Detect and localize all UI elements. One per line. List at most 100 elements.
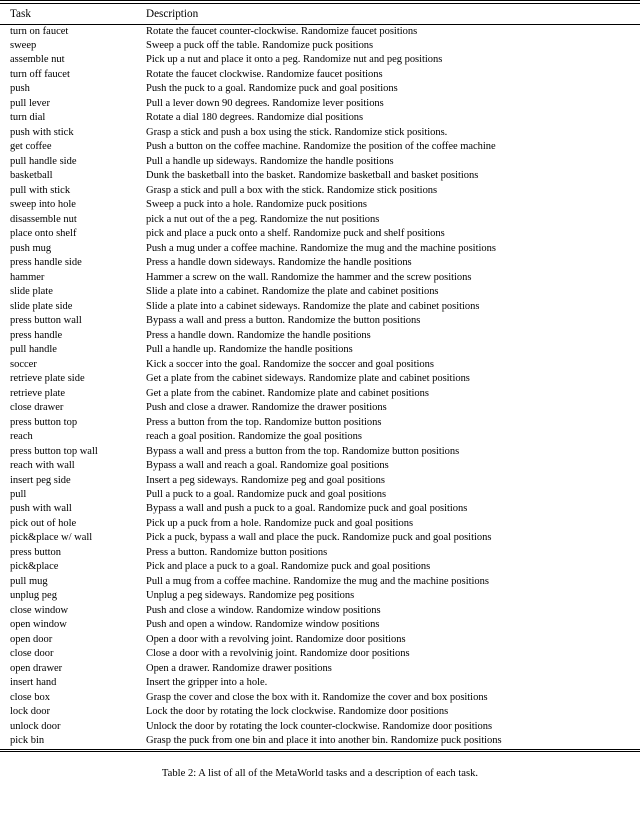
table-row: push mug Push a mug under a coffee machin… — [0, 242, 640, 256]
cell-description: Bypass a wall and press a button from th… — [146, 445, 460, 457]
cell-task: press button top — [10, 416, 78, 428]
table-row: open drawer Open a drawer. Randomize draw… — [0, 662, 640, 676]
table-row: close door Close a door with a revolvinig… — [0, 647, 640, 661]
cell-task: press button — [10, 546, 62, 558]
cell-description: Pick up a puck from a hole. Randomize pu… — [146, 517, 414, 529]
cell-description: Grasp a stick and push a box using the s… — [146, 126, 448, 138]
cell-description: Get a plate from the cabinet. Randomize … — [146, 387, 429, 399]
table-row: retrieve plate Get a plate from the cabin… — [0, 387, 640, 401]
table-bottom-rule — [0, 748, 640, 753]
cell-description: Grasp the puck from one bin and place it… — [146, 735, 502, 747]
cell-description: Open a drawer. Randomize drawer position… — [146, 662, 332, 674]
cell-task: pick&place w/ wall — [10, 532, 93, 544]
cell-description: Rotate the faucet counter-clockwise. Ran… — [146, 25, 418, 37]
cell-task: press handle — [10, 329, 63, 341]
table-row: sweep Sweep a puck off the table. Randomi… — [0, 39, 640, 53]
cell-task: close window — [10, 604, 69, 616]
cell-task: slide plate side — [10, 300, 73, 312]
table-row: press handle Press a handle down. Randomi… — [0, 329, 640, 343]
table-row: unplug peg Unplug a peg sideways. Randomi… — [0, 589, 640, 603]
table-row: sweep into hole Sweep a puck into a hole.… — [0, 198, 640, 212]
cell-description: Pick up a nut and place it onto a peg. R… — [146, 54, 443, 66]
cell-description: Sweep a puck into a hole. Randomize puck… — [146, 199, 367, 211]
table-row: open window Push and open a window. Rando… — [0, 618, 640, 632]
cell-description: Push and close a window. Randomize windo… — [146, 604, 381, 616]
cell-description: pick and place a puck onto a shelf. Rand… — [146, 228, 445, 240]
cell-description: Pick a puck, bypass a wall and place the… — [146, 532, 492, 544]
cell-task: open drawer — [10, 662, 63, 674]
table-row: close drawer Push and close a drawer. Ran… — [0, 401, 640, 415]
cell-task: sweep — [10, 39, 37, 51]
cell-task: pull handle side — [10, 155, 77, 167]
cell-task: close door — [10, 648, 54, 660]
table-row: basketball Dunk the basketball into the b… — [0, 169, 640, 183]
table-row: close window Push and close a window. Ran… — [0, 604, 640, 618]
cell-description: Pull a mug from a coffee machine. Random… — [146, 575, 489, 587]
cell-description: Push the puck to a goal. Randomize puck … — [146, 83, 398, 95]
cell-task: hammer — [10, 271, 45, 283]
table-row: turn off faucet Rotate the faucet clockwi… — [0, 68, 640, 82]
cell-task: pull — [10, 489, 27, 500]
table-row: close box Grasp the cover and close the b… — [0, 691, 640, 705]
cell-task: turn off faucet — [10, 68, 70, 80]
cell-task: unlock door — [10, 720, 61, 732]
cell-task: place onto shelf — [10, 228, 77, 240]
table-row: reach with wall Bypass a wall and reach a… — [0, 459, 640, 473]
cell-description: Push and close a drawer. Randomize the d… — [146, 402, 387, 414]
cell-task: push with stick — [10, 126, 74, 138]
cell-task: get coffee — [10, 141, 52, 153]
cell-task: retrieve plate — [10, 387, 66, 399]
cell-task: slide plate — [10, 286, 53, 298]
cell-description: Push a mug under a coffee machine. Rando… — [146, 242, 496, 254]
cell-task: unplug peg — [10, 590, 57, 602]
table-row: press button Press a button. Randomize bu… — [0, 546, 640, 560]
cell-description: Pull a handle up. Randomize the handle p… — [146, 344, 353, 356]
cell-description: Lock the door by rotating the lock clock… — [146, 706, 449, 718]
cell-description: Slide a plate into a cabinet sideways. R… — [146, 300, 480, 312]
cell-task: pull lever — [10, 97, 50, 109]
table-row: pull with stick Grasp a stick and pull a … — [0, 184, 640, 198]
cell-task: basketball — [10, 170, 53, 182]
cell-task: press button wall — [10, 315, 82, 327]
column-header-description: Description — [146, 7, 199, 20]
cell-description: Grasp a stick and pull a box with the st… — [146, 184, 438, 196]
table-row: soccer Kick a soccer into the goal. Rando… — [0, 358, 640, 372]
task-description-table-body: turn on faucet Rotate the faucet counter-… — [0, 25, 640, 749]
table-row: pick bin Grasp the puck from one bin and … — [0, 734, 640, 748]
column-header-task: Task — [10, 7, 31, 20]
cell-description: Push and open a window. Randomize window… — [146, 619, 380, 631]
cell-description: Kick a soccer into the goal. Randomize t… — [146, 358, 434, 370]
cell-task: turn dial — [10, 112, 46, 124]
table-row: lock door Lock the door by rotating the l… — [0, 705, 640, 719]
cell-task: push with wall — [10, 503, 72, 515]
cell-description: Get a plate from the cabinet sideways. R… — [146, 373, 470, 385]
cell-task: disassemble nut — [10, 213, 77, 225]
cell-task: close box — [10, 691, 50, 703]
table-row: pull handle Pull a handle up. Randomize t… — [0, 343, 640, 357]
table-row: turn on faucet Rotate the faucet counter-… — [0, 25, 640, 39]
cell-task: press button top wall — [10, 445, 98, 457]
cell-description: Bypass a wall and reach a goal. Randomiz… — [146, 460, 389, 472]
cell-task: reach — [10, 431, 33, 443]
cell-task: pull with stick — [10, 184, 71, 196]
table-row: pull lever Pull a lever down 90 degrees. … — [0, 97, 640, 111]
table-row: push Push the puck to a goal. Randomize p… — [0, 82, 640, 96]
table-row: press handle side Press a handle down sid… — [0, 256, 640, 270]
cell-description: reach a goal position. Randomize the goa… — [146, 431, 362, 443]
table-row: pick&place w/ wall Pick a puck, bypass a … — [0, 531, 640, 545]
table-row: insert peg side Insert a peg sideways. Ra… — [0, 474, 640, 488]
cell-description: Hammer a screw on the wall. Randomize th… — [146, 271, 472, 283]
table-row: pick&place Pick and place a puck to a goa… — [0, 560, 640, 574]
cell-description: Press a button from the top. Randomize b… — [146, 416, 382, 428]
cell-description: Pull a lever down 90 degrees. Randomize … — [146, 97, 384, 109]
table-row: pick out of hole Pick up a puck from a ho… — [0, 517, 640, 531]
table-row: reach reach a goal position. Randomize th… — [0, 430, 640, 444]
cell-task: turn on faucet — [10, 25, 69, 37]
cell-task: press handle side — [10, 257, 82, 269]
cell-description: Grasp the cover and close the box with i… — [146, 691, 488, 703]
cell-task: open window — [10, 619, 67, 631]
table-row: place onto shelf pick and place a puck on… — [0, 227, 640, 241]
cell-task: pick out of hole — [10, 517, 77, 529]
cell-description: Dunk the basketball into the basket. Ran… — [146, 170, 479, 182]
table-row: assemble nut Pick up a nut and place it o… — [0, 53, 640, 67]
